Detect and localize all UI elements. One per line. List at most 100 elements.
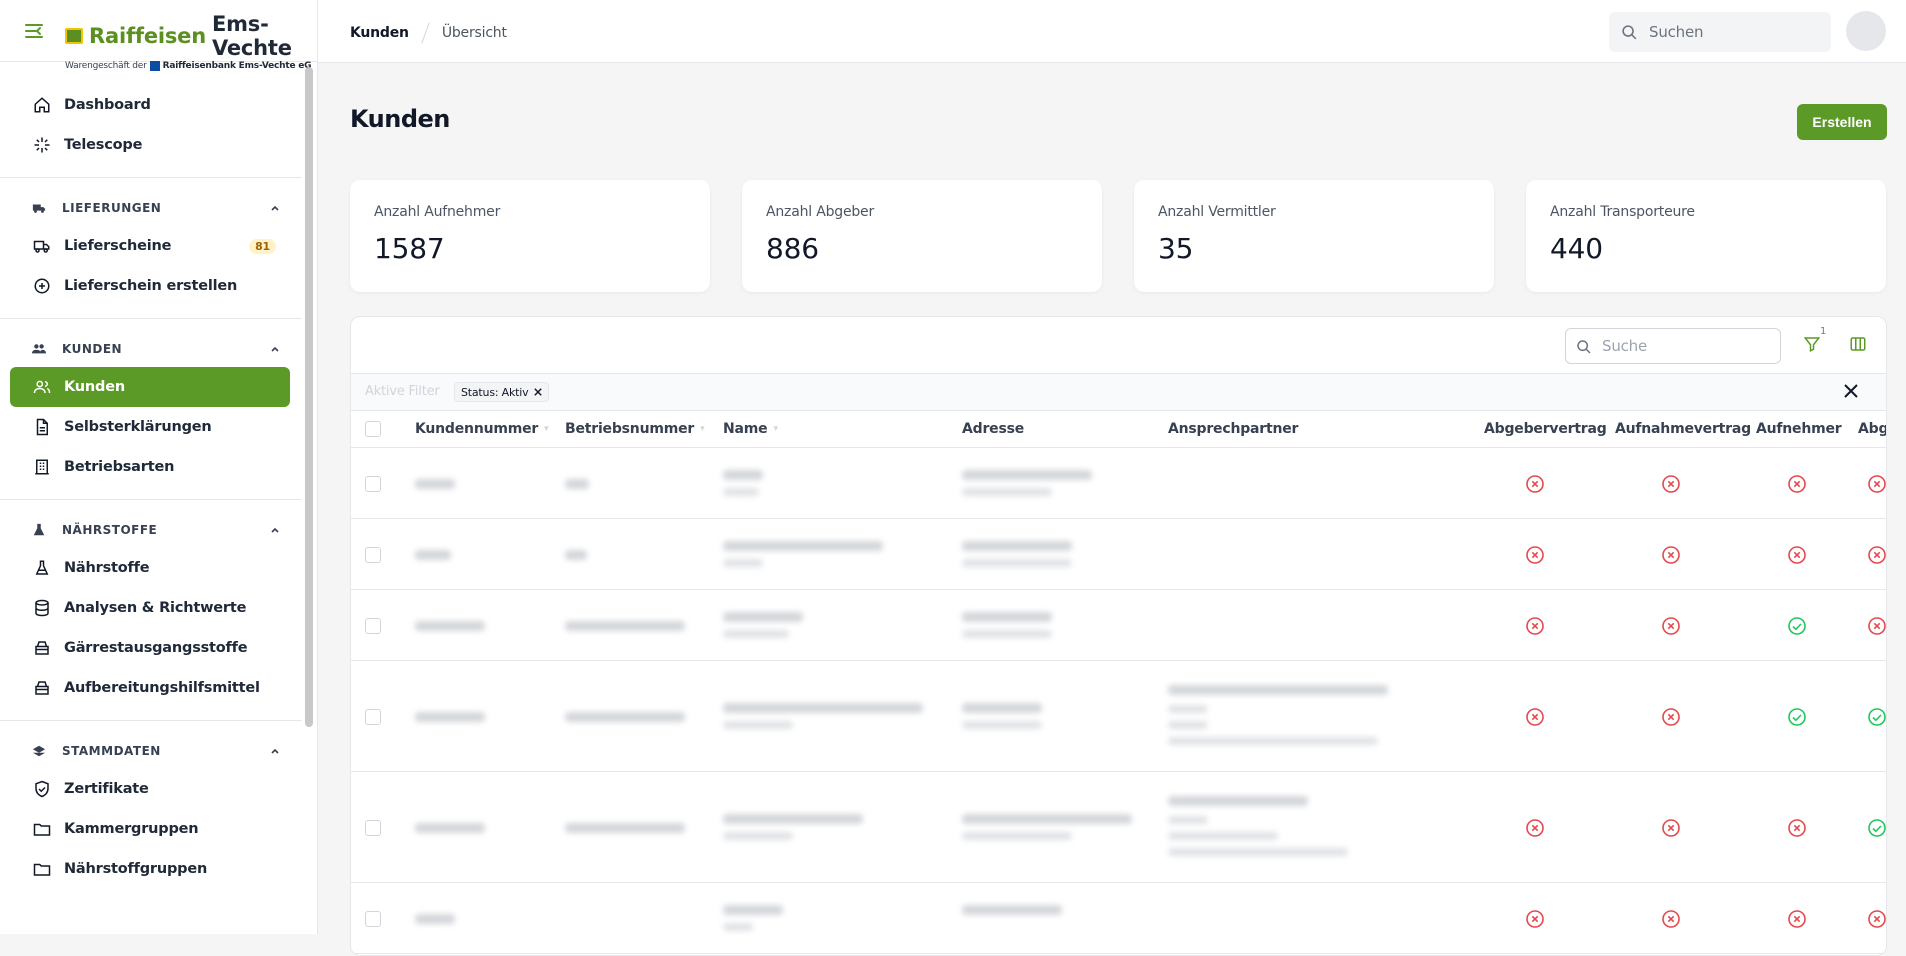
table-row[interactable] bbox=[351, 590, 1886, 661]
breadcrumb-uebersicht[interactable]: Übersicht bbox=[442, 25, 507, 41]
sidebar-scrollbar[interactable] bbox=[305, 67, 313, 727]
column-header-label: Abgeber bbox=[1858, 421, 1887, 437]
sidebar-item-aufbereitungshilfsmittel[interactable]: Aufbereitungshilfsmittel bbox=[10, 668, 290, 708]
check-circle-icon bbox=[1788, 707, 1806, 726]
filter-chip-label: Status: Aktiv bbox=[461, 385, 529, 399]
table-row[interactable] bbox=[351, 519, 1886, 590]
sidebar-item-label: Aufbereitungshilfsmittel bbox=[64, 680, 260, 696]
sidebar-item-selbsterklaerungen[interactable]: Selbsterklärungen bbox=[10, 407, 290, 447]
row-checkbox[interactable] bbox=[365, 708, 381, 725]
row-checkbox[interactable] bbox=[365, 617, 381, 634]
column-header-abgebervertrag[interactable]: Abgebervertrag bbox=[1484, 421, 1607, 437]
document-icon bbox=[32, 417, 52, 437]
sidebar-nav: Dashboard Telescope LIEFERUNGEN Liefersc… bbox=[0, 63, 302, 934]
chevron-up-icon[interactable] bbox=[270, 746, 280, 756]
redacted-cell-content bbox=[962, 611, 1052, 622]
sort-icon: ▾ bbox=[544, 424, 549, 434]
sidebar-item-label: Analysen & Richtwerte bbox=[64, 600, 247, 616]
sidebar-item-kunden[interactable]: Kunden bbox=[10, 367, 290, 407]
menu-collapse-icon[interactable] bbox=[24, 22, 44, 40]
table-row[interactable] bbox=[351, 772, 1886, 883]
sidebar-item-telescope[interactable]: Telescope bbox=[10, 125, 290, 165]
sidebar-header: Raiffeisen Ems-Vechte Warengeschäft der Ra… bbox=[0, 0, 317, 71]
stack-icon bbox=[32, 745, 46, 757]
column-header-label: Betriebsnummer bbox=[565, 421, 695, 437]
section-title: KUNDEN bbox=[62, 342, 123, 356]
sidebar-item-lieferscheine[interactable]: Lieferscheine 81 bbox=[10, 226, 290, 266]
sidebar-item-label: Lieferschein erstellen bbox=[64, 278, 238, 294]
sidebar-item-zertifikate[interactable]: Zertifikate bbox=[10, 769, 290, 809]
close-icon[interactable] bbox=[534, 388, 543, 396]
sidebar-item-dashboard[interactable]: Dashboard bbox=[10, 85, 290, 125]
filter-icon[interactable] bbox=[1803, 335, 1821, 353]
redacted-cell-content bbox=[962, 813, 1132, 824]
table-row[interactable] bbox=[351, 883, 1886, 954]
chevron-up-icon[interactable] bbox=[270, 525, 280, 535]
sidebar-item-kammergruppen[interactable]: Kammergruppen bbox=[10, 809, 290, 849]
section-header-naehrstoffe[interactable]: NÄHRSTOFFE bbox=[0, 512, 280, 548]
sidebar-item-label: Kunden bbox=[64, 379, 125, 395]
database-icon bbox=[32, 598, 52, 618]
column-header-label: Ansprechpartner bbox=[1168, 421, 1299, 437]
raiffeisen-logo-icon bbox=[65, 28, 84, 44]
redacted-cell-content bbox=[415, 913, 455, 924]
stat-label: Anzahl Aufnehmer bbox=[374, 204, 501, 220]
stat-label: Anzahl Abgeber bbox=[766, 204, 875, 220]
x-circle-icon bbox=[1526, 707, 1544, 726]
row-checkbox[interactable] bbox=[365, 819, 381, 836]
redacted-cell-content bbox=[723, 720, 793, 729]
sidebar-item-label: Selbsterklärungen bbox=[64, 419, 212, 435]
column-header-betriebsnummer[interactable]: Betriebsnummer ▾ bbox=[565, 421, 705, 437]
check-circle-icon bbox=[1788, 616, 1806, 635]
sidebar-item-naehrstoffe[interactable]: Nährstoffe bbox=[10, 548, 290, 588]
redacted-cell-content bbox=[962, 904, 1062, 915]
column-header-ansprechpartner[interactable]: Ansprechpartner bbox=[1168, 421, 1298, 437]
sidebar-item-betriebsarten[interactable]: Betriebsarten bbox=[10, 447, 290, 487]
row-checkbox[interactable] bbox=[365, 475, 381, 492]
column-header-abgeber[interactable]: Abgeber bbox=[1858, 421, 1887, 437]
sidebar-item-analysen[interactable]: Analysen & Richtwerte bbox=[10, 588, 290, 628]
column-header-name[interactable]: Name ▾ bbox=[723, 421, 778, 437]
global-search-input[interactable]: Suchen bbox=[1609, 12, 1831, 52]
column-header-adresse[interactable]: Adresse bbox=[962, 421, 1024, 437]
chevron-up-icon[interactable] bbox=[270, 344, 280, 354]
sidebar-divider bbox=[0, 720, 302, 721]
sidebar-item-gaerrestausgangsstoffe[interactable]: Gärrestausgangsstoffe bbox=[10, 628, 290, 668]
truck-icon bbox=[32, 204, 46, 213]
column-header-aufnahmevertrag[interactable]: Aufnahmevertrag bbox=[1615, 421, 1751, 437]
select-all-checkbox[interactable] bbox=[365, 421, 381, 437]
columns-icon[interactable] bbox=[1849, 335, 1867, 353]
section-header-stammdaten[interactable]: STAMMDATEN bbox=[0, 733, 280, 769]
x-circle-icon bbox=[1662, 818, 1680, 837]
filter-chip-status[interactable]: Status: Aktiv bbox=[454, 382, 550, 402]
row-checkbox[interactable] bbox=[365, 546, 381, 563]
search-placeholder: Suchen bbox=[1649, 23, 1704, 41]
sidebar-item-naehrstoffgruppen[interactable]: Nährstoffgruppen bbox=[10, 849, 290, 889]
breadcrumb-kunden[interactable]: Kunden bbox=[350, 25, 409, 41]
brand-name-part1: Raiffeisen bbox=[89, 24, 206, 48]
table-row[interactable] bbox=[351, 448, 1886, 519]
sidebar-item-lieferschein-erstellen[interactable]: Lieferschein erstellen bbox=[10, 266, 290, 306]
column-header-kundennummer[interactable]: Kundennummer ▾ bbox=[415, 421, 549, 437]
topbar: Kunden Übersicht Suchen bbox=[318, 0, 1906, 63]
section-header-lieferungen[interactable]: LIEFERUNGEN bbox=[0, 190, 280, 226]
table-search-input[interactable]: Suche bbox=[1565, 328, 1781, 364]
chevron-up-icon[interactable] bbox=[270, 203, 280, 213]
home-icon bbox=[32, 95, 52, 115]
clear-filters-close-icon[interactable] bbox=[1843, 383, 1859, 399]
sidebar-item-label: Nährstoffgruppen bbox=[64, 861, 208, 877]
redacted-cell-content bbox=[415, 549, 451, 560]
table-row[interactable] bbox=[351, 661, 1886, 772]
avatar[interactable] bbox=[1846, 11, 1886, 51]
redacted-cell-content bbox=[565, 822, 685, 833]
redacted-cell-content bbox=[1168, 720, 1208, 729]
sidebar-item-label: Telescope bbox=[64, 137, 143, 153]
section-header-kunden[interactable]: KUNDEN bbox=[0, 331, 280, 367]
column-header-aufnehmer[interactable]: Aufnehmer bbox=[1756, 421, 1842, 437]
archive-icon bbox=[32, 678, 52, 698]
redacted-cell-content bbox=[565, 711, 685, 722]
redacted-cell-content bbox=[1168, 704, 1208, 713]
row-checkbox[interactable] bbox=[365, 910, 381, 927]
redacted-cell-content bbox=[1168, 736, 1378, 745]
create-button[interactable]: Erstellen bbox=[1797, 104, 1887, 140]
